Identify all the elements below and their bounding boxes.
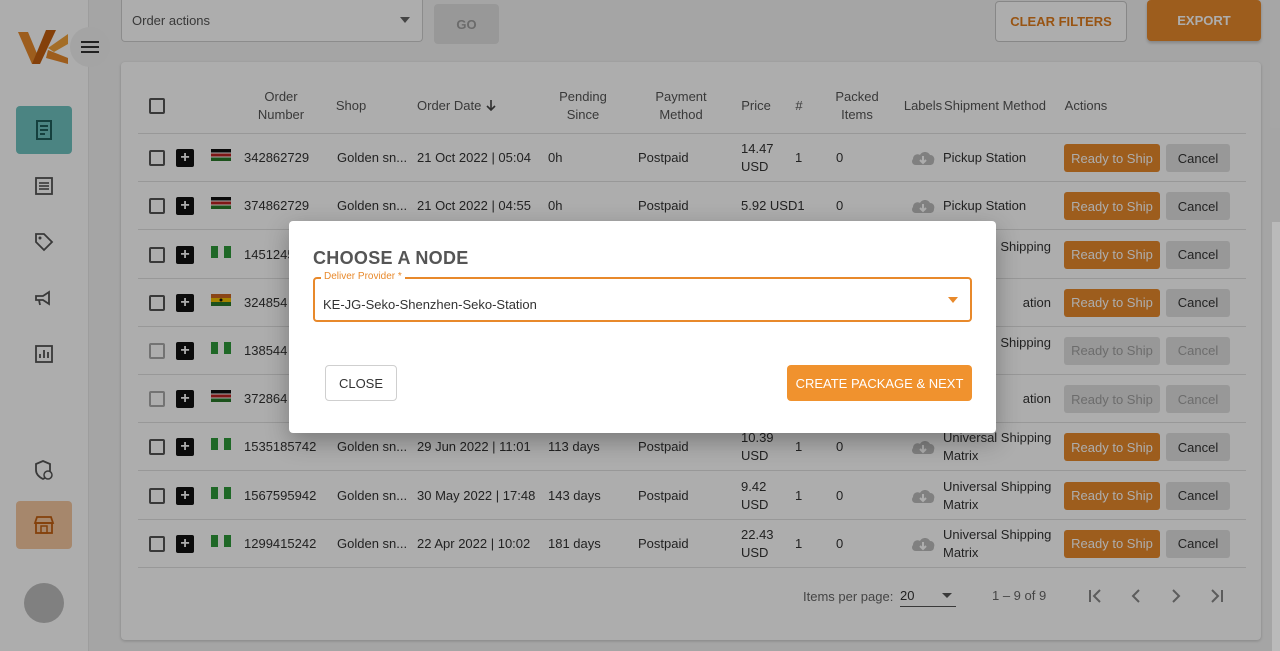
deliver-provider-label: Deliver Provider * <box>321 271 405 282</box>
chevron-down-icon <box>948 297 958 303</box>
choose-node-dialog: CHOOSE A NODE Deliver Provider * KE-JG-S… <box>289 221 996 433</box>
deliver-provider-select[interactable]: Deliver Provider * KE-JG-Seko-Shenzhen-S… <box>313 271 972 322</box>
page-scrollbar[interactable] <box>1272 222 1280 651</box>
create-package-next-button[interactable]: CREATE PACKAGE & NEXT <box>787 365 972 401</box>
close-button[interactable]: CLOSE <box>325 365 397 401</box>
dialog-title: CHOOSE A NODE <box>313 248 469 268</box>
deliver-provider-value: KE-JG-Seko-Shenzhen-Seko-Station <box>323 297 537 312</box>
